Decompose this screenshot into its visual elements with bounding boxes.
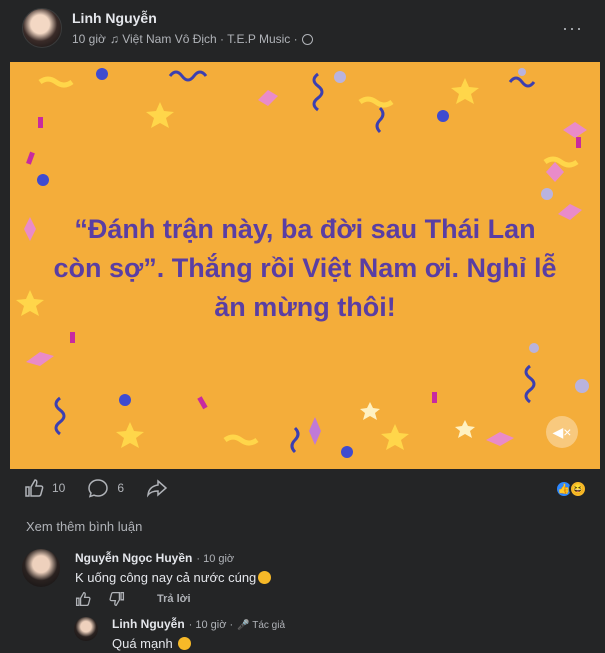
globe-icon — [301, 33, 313, 45]
comment-bubble-icon — [88, 479, 109, 498]
commenter-name: Nguyễn Ngọc Huyền · 10 giờ — [75, 551, 271, 565]
reply-item: Linh Nguyễn · 10 giờ · 🎤 Tác giả Quá mạnh — [74, 617, 285, 651]
comment-item: Nguyễn Ngọc Huyền · 10 giờ K uống công na… — [22, 549, 272, 587]
comment-action[interactable]: 6 — [87, 478, 124, 498]
comment-body: Nguyễn Ngọc Huyền · 10 giờ K uống công na… — [75, 551, 272, 587]
post-text: “Đánh trận này, ba đời sau Thái Lan còn … — [53, 214, 557, 322]
reply-text: Quá mạnh — [112, 636, 285, 651]
post-background-banner[interactable]: “Đánh trận này, ba đời sau Thái Lan còn … — [10, 62, 600, 469]
post-time[interactable]: 10 giờ — [72, 32, 106, 46]
comment-dislike-icon[interactable] — [109, 591, 125, 607]
comment-count: 6 — [117, 481, 125, 495]
mute-button[interactable]: ◀× — [546, 416, 578, 448]
comment-time[interactable]: · 10 giờ — [196, 553, 234, 565]
post-card: Linh Nguyễn 10 giờ ♫ Việt Nam Vô Địch · … — [0, 0, 605, 653]
comment-action-row: Trả lời — [75, 591, 191, 607]
reply-author-name-link[interactable]: Linh Nguyễn — [112, 617, 185, 631]
post-meta: 10 giờ ♫ Việt Nam Vô Địch · T.E.P Music … — [72, 32, 313, 46]
reply-author-name: Linh Nguyễn · 10 giờ · 🎤 Tác giả — [112, 617, 285, 631]
more-options-button[interactable]: ··· — [562, 18, 583, 39]
like-count: 10 — [52, 481, 66, 495]
comment-text-content: K uống công nay cả nước cúng — [75, 570, 257, 585]
reply-body: Linh Nguyễn · 10 giờ · 🎤 Tác giả Quá mạnh — [112, 617, 285, 651]
see-more-comments-link[interactable]: Xem thêm bình luận — [26, 519, 142, 534]
laughing-emoji-icon — [178, 637, 192, 650]
thumbs-up-icon — [25, 479, 44, 497]
author-name[interactable]: Linh Nguyễn — [72, 10, 313, 26]
laughing-emoji-icon — [258, 571, 272, 584]
reply-author-avatar[interactable] — [74, 617, 98, 641]
reply-time[interactable]: · 10 giờ · — [189, 619, 234, 631]
commenter-name-link[interactable]: Nguyễn Ngọc Huyền — [75, 551, 192, 565]
post-action-bar: 10 6 — [24, 478, 198, 498]
reply-button[interactable]: Trả lời — [157, 593, 191, 605]
post-music[interactable]: ♫ Việt Nam Vô Địch · T.E.P Music · — [110, 32, 298, 46]
reply-text-content: Quá mạnh — [112, 636, 173, 651]
post-header: Linh Nguyễn 10 giờ ♫ Việt Nam Vô Địch · … — [22, 8, 313, 48]
like-action[interactable]: 10 — [24, 478, 65, 498]
share-action[interactable] — [146, 478, 176, 498]
author-info: Linh Nguyễn 10 giờ ♫ Việt Nam Vô Địch · … — [72, 10, 313, 46]
comment-like-icon[interactable] — [75, 591, 91, 607]
commenter-avatar[interactable] — [22, 549, 60, 587]
author-badge: 🎤 Tác giả — [237, 620, 286, 631]
share-arrow-icon — [147, 479, 168, 498]
author-avatar[interactable] — [22, 8, 62, 48]
speaker-mute-icon: ◀× — [552, 423, 572, 440]
comment-text: K uống công nay cả nước cúng — [75, 570, 272, 585]
reaction-summary[interactable]: 👍 😆 — [555, 480, 587, 498]
haha-reaction-icon: 😆 — [569, 480, 587, 498]
